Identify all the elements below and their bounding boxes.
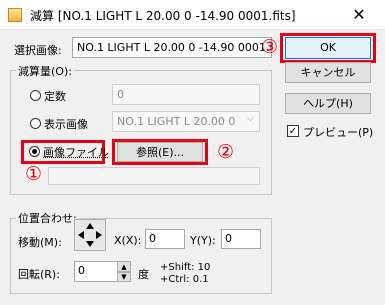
constant-label: 定数: [44, 90, 66, 103]
constant-value-field: 0: [112, 84, 260, 105]
rotate-label: 回転(R):: [18, 268, 60, 281]
cancel-button[interactable]: キャンセル: [285, 62, 371, 83]
ctrl-hint: +Ctrl: 0.1: [160, 274, 209, 285]
selected-image-field: NO.1 LIGHT L 20.00 0 -14.90 0001.fits: [72, 37, 272, 58]
spin-up-icon[interactable]: ▲: [117, 261, 131, 272]
move-arrows-icon: [78, 223, 102, 247]
help-button[interactable]: ヘルプ(H): [285, 93, 371, 114]
spin-down-icon[interactable]: ▼: [117, 272, 131, 282]
image-file-radio[interactable]: [29, 146, 40, 157]
annotation-three: ③: [261, 36, 279, 58]
preview-label: プレビュー(P): [303, 126, 374, 139]
selected-image-label: 選択画像:: [14, 44, 62, 57]
file-path-field[interactable]: [48, 167, 260, 185]
annotation-one: ①: [25, 163, 43, 185]
display-image-select: NO.1 LIGHT L 20.00 0: [112, 111, 260, 132]
move-pad[interactable]: [74, 219, 106, 251]
annotation-two: ②: [217, 141, 235, 163]
x-label: X(X):: [114, 234, 142, 247]
y-label: Y(Y):: [190, 234, 216, 247]
radio-selected-dot: [32, 149, 37, 154]
close-icon[interactable]: ✕: [333, 0, 385, 30]
chevron-down-icon: ⌵: [247, 114, 254, 124]
x-input[interactable]: 0: [145, 229, 185, 249]
constant-radio[interactable]: [30, 90, 41, 101]
rotate-input[interactable]: 0: [74, 261, 118, 282]
display-image-label: 表示画像: [44, 118, 88, 131]
browse-button[interactable]: 参照(E)...: [117, 142, 203, 162]
shift-hint: +Shift: 10: [160, 262, 211, 273]
window-title: 減算 [NO.1 LIGHT L 20.00 0 -14.90 0001.fit…: [30, 9, 296, 23]
subtract-group-label: 減算量(O):: [16, 63, 74, 79]
y-input[interactable]: 0: [221, 229, 261, 249]
degree-label: 度: [138, 268, 149, 281]
image-file-label: 画像ファイル: [43, 146, 109, 159]
display-image-radio[interactable]: [30, 118, 41, 129]
app-icon: [8, 8, 22, 22]
ok-button[interactable]: OK: [285, 37, 371, 59]
alignment-group-label: 位置合わせ:: [16, 210, 79, 226]
move-label: 移動(M):: [18, 236, 62, 249]
preview-checkbox[interactable]: ✓: [287, 125, 299, 137]
